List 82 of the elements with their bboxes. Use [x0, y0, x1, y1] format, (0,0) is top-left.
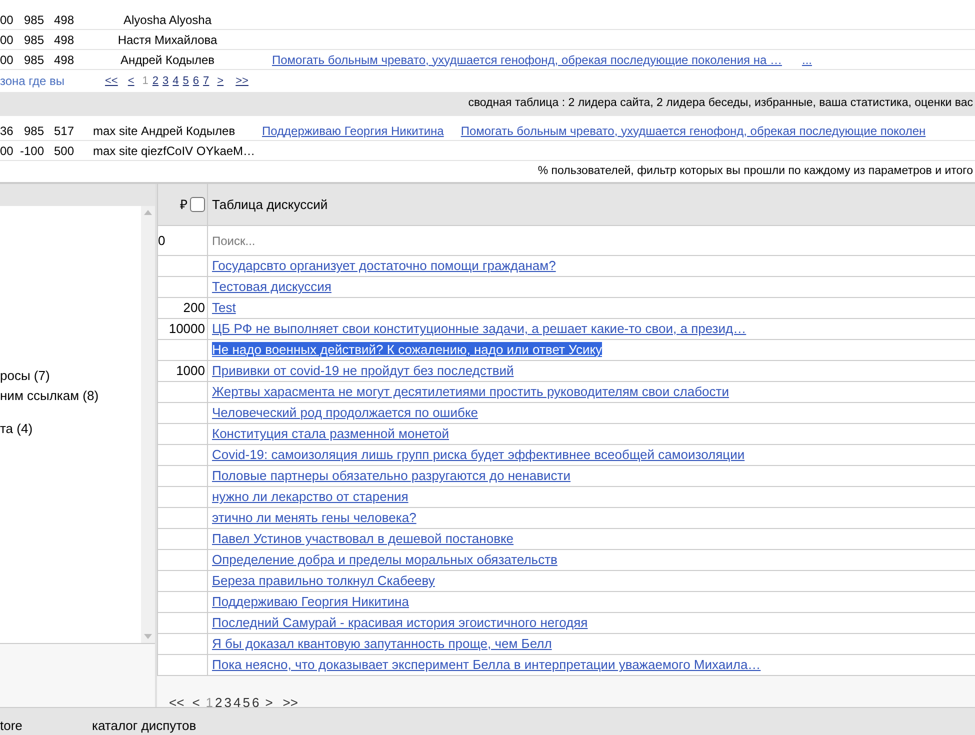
score-cell-text: 985	[22, 122, 44, 140]
discussion-link[interactable]: Прививки от covid-19 не пройдут без последствий	[212, 363, 514, 378]
user-name: Alyosha Alyosha	[122, 12, 213, 28]
scroll-down-icon[interactable]	[144, 634, 152, 639]
score-cell-text: 985	[22, 32, 44, 48]
next-page-link[interactable]: >	[265, 693, 273, 712]
score-cell-text: 36	[0, 122, 12, 140]
previous-page-link[interactable]: <	[192, 693, 200, 712]
page-link[interactable]: 2	[215, 693, 222, 712]
category-item[interactable]: ним ссылкам (8)	[0, 386, 141, 405]
score-cell-text: 498	[52, 12, 74, 28]
leader-name: max site Андрей Кодылев	[93, 122, 236, 140]
page-link[interactable]: 3	[162, 72, 169, 90]
discussion-link[interactable]: ЦБ РФ не выполняет свои конституционные задачи, а решает какие-то свои, а презид…	[212, 321, 746, 336]
more-link[interactable]: ...	[802, 50, 812, 68]
discussion-link[interactable]: нужно ли лекарство от старения	[212, 489, 408, 504]
first-page-link[interactable]: <<	[169, 693, 184, 712]
page-link[interactable]: 6	[192, 72, 200, 90]
user-name: Настя Михайлова	[116, 32, 218, 48]
filter-checkbox[interactable]	[190, 197, 205, 212]
discussion-link[interactable]: Поддерживаю Георгия Никитина	[262, 122, 444, 140]
currency-label: ₽	[180, 196, 188, 214]
discussion-link[interactable]: Государсвто организует достаточно помощи гражданам?	[212, 258, 556, 273]
amount-cell: 1000	[158, 361, 208, 381]
score-cell-text: 00	[0, 52, 12, 68]
category-item[interactable]: росы (7)	[0, 366, 141, 386]
discussion-link[interactable]: Тестовая дискуссия	[212, 279, 332, 294]
discussion-link[interactable]: Береза правильно толкнул Скабееву	[212, 573, 435, 588]
score-cell-text: 00	[0, 12, 12, 28]
score-cell-text: 517	[52, 122, 74, 140]
discussion-link[interactable]: Человеческий род продолжается по ошибке	[212, 405, 478, 420]
search-field[interactable]: Поиск...	[208, 226, 975, 255]
user-name: Андрей Кодылев	[119, 52, 216, 68]
page-link[interactable]: 4	[233, 693, 241, 712]
score-cell-text: 985	[22, 12, 44, 28]
score-cell-text: 498	[52, 32, 74, 48]
page-link[interactable]: 5	[182, 72, 189, 90]
discussion-link[interactable]: Помогать больным чревато, ухудшается генофонд, обрекая последующие поколения на …	[272, 50, 782, 68]
page-link[interactable]: 7	[203, 72, 210, 90]
footer-link[interactable]: каталог диспутов	[92, 720, 196, 735]
score-cell-text: 498	[52, 52, 74, 68]
summary-title: сводная таблица : 2 лидера сайта, 2 лидера беседы, избранные, ваша статистика, оценки вас	[468, 96, 974, 112]
score-cell-text: 985	[22, 52, 44, 68]
score-cell-text: 00	[0, 32, 12, 48]
previous-page-link[interactable]: <	[128, 72, 134, 90]
score-cell-text: 00	[0, 142, 12, 160]
page-link[interactable]: 5	[242, 693, 250, 712]
first-page-link[interactable]: <<	[105, 72, 118, 90]
next-page-link[interactable]: >	[217, 72, 224, 90]
scrollbar[interactable]	[141, 206, 155, 643]
discussion-link[interactable]: Я бы доказал квантовую запутанность проще, чем Белл	[212, 636, 552, 651]
discussion-link[interactable]: Пока неясно, что доказывает эксперимент Белла в интерпретации уважаемого Михаила…	[212, 657, 761, 672]
discussion-link[interactable]: Павел Устинов участвовал в дешевой постановке	[212, 531, 514, 546]
discussion-link[interactable]: этично ли менять гены человека?	[212, 510, 416, 525]
discussion-link[interactable]: Поддерживаю Георгия Никитина	[212, 594, 409, 609]
amount-cell: 200	[158, 298, 208, 318]
discussion-link[interactable]: Определение добра и пределы моральных обязательств	[212, 552, 558, 567]
page-link[interactable]: 2	[152, 72, 159, 90]
discussion-link[interactable]: Test	[212, 300, 236, 315]
discussion-link[interactable]: Жертвы харасмента не могут десятилетиями простить руководителям свои слабости	[212, 384, 729, 399]
last-page-link[interactable]: >>	[282, 693, 298, 712]
discussion-link[interactable]: Помогать больным чревато, ухудшается генофонд, обрекая последующие поколен	[460, 122, 926, 140]
category-item[interactable]: та (4)	[0, 419, 141, 438]
discussion-link[interactable]: Конституция стала разменной монетой	[212, 426, 449, 441]
page-link[interactable]: 6	[252, 693, 260, 712]
score-cell-text: -100	[18, 142, 44, 160]
last-page-link[interactable]: >>	[236, 72, 248, 90]
zone-label: зона где вы	[0, 73, 66, 90]
filter-caption: % пользователей, фильтр которых вы прошли по каждому из параметров и итого	[538, 164, 974, 179]
discussion-link[interactable]: Covid-19: самоизоляция лишь групп риска будет эффективнее всеобщей самоизоляции	[212, 447, 745, 462]
amount-cell: 10000	[158, 319, 208, 339]
amount-field[interactable]: 0	[158, 226, 208, 255]
page-link[interactable]: 3	[224, 693, 232, 712]
footer-link[interactable]: tore	[0, 720, 92, 735]
discussion-link[interactable]: Половые партнеры обязательно разругаются до ненависти	[212, 468, 571, 483]
table-title: Таблица дискуссий	[211, 196, 328, 214]
score-cell-text: 500	[52, 142, 74, 160]
leader-name: max site qiezfCoIV OYkaeM…	[93, 142, 256, 160]
scroll-up-icon[interactable]	[144, 210, 152, 215]
discussion-link[interactable]: Не надо военных действий? К сожалению, надо или ответ Усику	[212, 342, 602, 357]
discussion-link[interactable]: Последний Самурай - красивая история эгоистичного негодяя	[212, 615, 588, 630]
page-link[interactable]: 4	[172, 72, 179, 90]
